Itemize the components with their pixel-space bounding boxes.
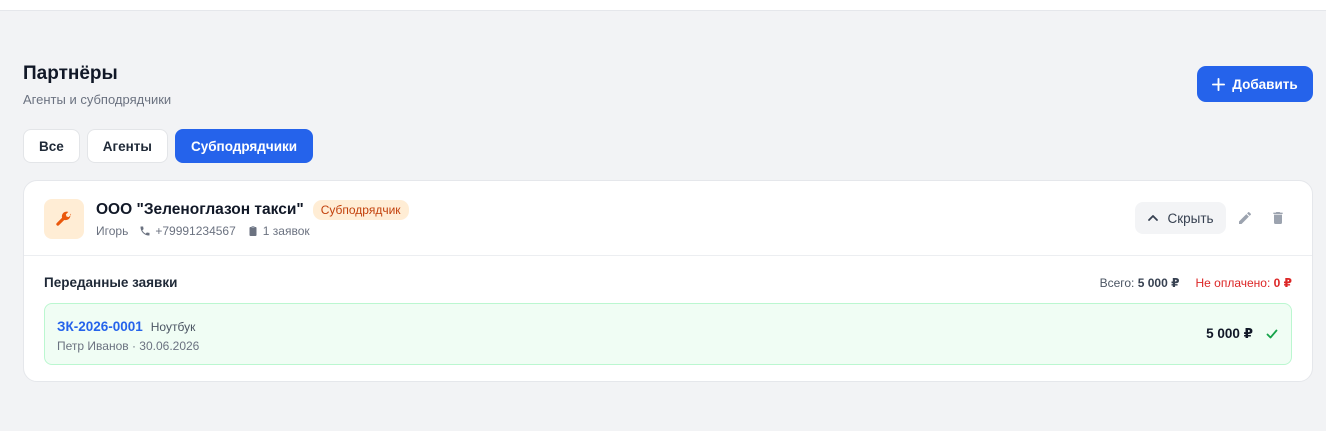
tab-all[interactable]: Все (23, 129, 80, 163)
total-label: Всего: (1099, 276, 1135, 290)
order-device: Ноутбук (150, 319, 196, 334)
plus-icon (1212, 77, 1226, 91)
contact-name: Игорь (96, 224, 129, 238)
order-details: Петр Иванов · 30.06.2026 (57, 339, 200, 353)
orders-totals: Всего: 5 000 ₽ Не оплачено: 0 ₽ (1100, 276, 1292, 290)
total-value: 5 000 ₽ (1137, 276, 1180, 290)
edit-button[interactable] (1235, 208, 1255, 228)
partner-name-row: ООО "Зеленоглазон такси" Субподрядчик (96, 200, 409, 220)
hide-button-label: Скрыть (1167, 210, 1214, 226)
phone-number: +79991234567 (155, 224, 236, 238)
orders-section-title: Переданные заявки (44, 275, 178, 290)
unpaid-label: Не оплачено: (1195, 276, 1271, 290)
pencil-icon (1239, 212, 1251, 224)
partner-name: ООО "Зеленоглазон такси" (96, 201, 304, 218)
add-partner-button[interactable]: Добавить (1197, 66, 1313, 102)
contact-person: Игорь (96, 224, 128, 238)
hide-button[interactable]: Скрыть (1135, 202, 1226, 234)
partner-meta: Игорь +79991234567 1 заявок (96, 224, 310, 238)
order-amount: 5 000 ₽ (1206, 326, 1253, 341)
partner-avatar (44, 199, 84, 239)
orders-count: 1 заявок (262, 224, 310, 238)
tab-agents[interactable]: Агенты (86, 129, 168, 163)
clipboard-icon (249, 226, 257, 236)
chevron-up-icon (1148, 215, 1159, 221)
unpaid-value: 0 ₽ (1273, 276, 1292, 290)
top-bar (0, 0, 1326, 11)
delete-button[interactable] (1268, 208, 1288, 228)
trash-icon (1273, 212, 1283, 224)
tab-subcontractors[interactable]: Субподрядчики (174, 129, 314, 163)
wrench-icon (56, 211, 72, 226)
phone-icon (140, 226, 150, 236)
page-subtitle: Агенты и субподрядчики (23, 92, 172, 107)
partner-phone: +79991234567 (139, 224, 236, 238)
partner-orders-count: 1 заявок (247, 224, 310, 238)
partner-card: ООО "Зеленоглазон такси" Субподрядчик Иг… (23, 180, 1313, 382)
partner-card-header: ООО "Зеленоглазон такси" Субподрядчик Иг… (24, 181, 1312, 256)
total-amount: Всего: 5 000 ₽ (1100, 276, 1180, 290)
filter-tabs: Все Агенты Субподрядчики (23, 129, 314, 163)
add-button-label: Добавить (1232, 76, 1298, 92)
partner-type-badge: Субподрядчик (312, 200, 409, 220)
order-row[interactable]: ЗК-2026-0001 Ноутбук Петр Иванов · 30.06… (44, 303, 1292, 365)
page-title: Партнёры (23, 63, 118, 84)
order-header: ЗК-2026-0001 Ноутбук (57, 319, 195, 334)
unpaid-amount: Не оплачено: 0 ₽ (1195, 276, 1292, 290)
order-id-link[interactable]: ЗК-2026-0001 (57, 319, 143, 334)
check-icon (1266, 329, 1278, 339)
